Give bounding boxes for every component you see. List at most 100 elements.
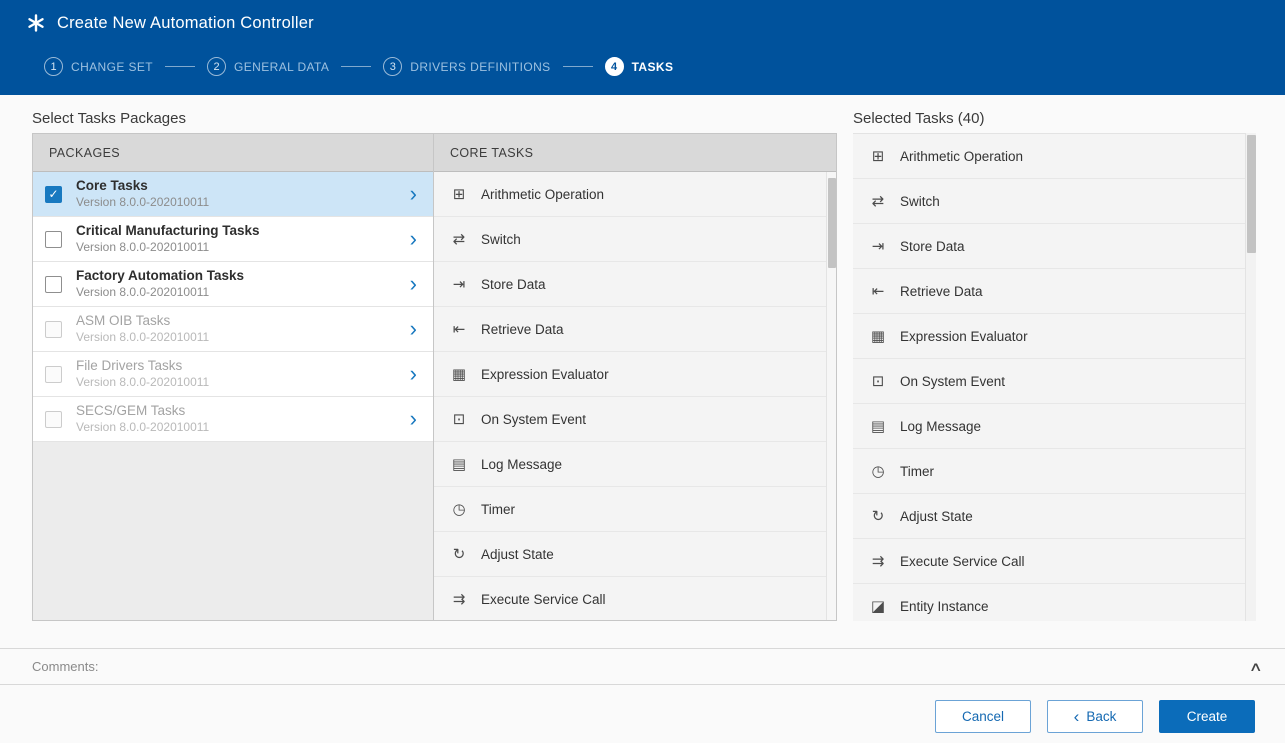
package-row[interactable]: ✓ Core Tasks Version 8.0.0-202010011 › (33, 172, 433, 217)
core-tasks-header: CORE TASKS (434, 134, 836, 172)
create-button[interactable]: Create (1159, 700, 1255, 733)
wizard-step[interactable]: 1 CHANGE SET (44, 57, 153, 76)
task-row[interactable]: ⇉ Execute Service Call (434, 577, 826, 620)
package-checkbox[interactable] (45, 276, 62, 293)
task-row[interactable]: ↻ Adjust State (434, 532, 826, 577)
wizard-step[interactable]: 4 TASKS (605, 57, 674, 76)
retrieve-data-icon: ⇤ (450, 320, 468, 338)
package-name: Factory Automation Tasks (76, 267, 244, 285)
task-label: On System Event (900, 374, 1005, 389)
package-version: Version 8.0.0-202010011 (76, 330, 209, 346)
task-row[interactable]: ▤ Log Message (434, 442, 826, 487)
task-label: Log Message (900, 419, 981, 434)
footer-actions: Cancel ‹ Back Create (935, 700, 1255, 733)
scrollbar-thumb[interactable] (828, 178, 836, 268)
cancel-button[interactable]: Cancel (935, 700, 1031, 733)
step-number: 1 (44, 57, 63, 76)
task-label: Entity Instance (900, 599, 989, 614)
task-row[interactable]: ⊞ Arithmetic Operation (434, 172, 826, 217)
task-row[interactable]: ◷ Timer (434, 487, 826, 532)
arithmetic-operation-icon: ⊞ (450, 185, 468, 203)
scrollbar-thumb[interactable] (1247, 135, 1256, 253)
task-label: Switch (900, 194, 940, 209)
task-row[interactable]: ⇄ Switch (853, 179, 1245, 224)
package-row[interactable]: SECS/GEM Tasks Version 8.0.0-202010011 › (33, 397, 433, 442)
package-name: Core Tasks (76, 177, 209, 195)
task-label: Adjust State (900, 509, 973, 524)
step-number: 4 (605, 57, 624, 76)
chevron-right-icon[interactable]: › (410, 320, 421, 338)
package-checkbox[interactable]: ✓ (45, 186, 62, 203)
log-message-icon: ▤ (450, 455, 468, 473)
task-row[interactable]: ⊡ On System Event (853, 359, 1245, 404)
task-row[interactable]: ⊡ On System Event (434, 397, 826, 442)
task-label: Expression Evaluator (481, 367, 609, 382)
back-chevron-icon: ‹ (1074, 708, 1080, 725)
back-button[interactable]: ‹ Back (1047, 700, 1143, 733)
step-number: 2 (207, 57, 226, 76)
chevron-right-icon[interactable]: › (410, 230, 421, 248)
task-row[interactable]: ▦ Expression Evaluator (853, 314, 1245, 359)
task-row[interactable]: ⇥ Store Data (853, 224, 1245, 269)
chevron-right-icon[interactable]: › (410, 275, 421, 293)
switch-icon: ⇄ (450, 230, 468, 248)
task-label: Arithmetic Operation (481, 187, 604, 202)
task-row[interactable]: ▤ Log Message (853, 404, 1245, 449)
on-system-event-icon: ⊡ (869, 372, 887, 390)
core-tasks-column: CORE TASKS ⊞ Arithmetic Operation ⇄ Swit… (434, 134, 836, 620)
task-row[interactable]: ⊞ Arithmetic Operation (853, 134, 1245, 179)
wizard-step[interactable]: 3 DRIVERS DEFINITIONS (383, 57, 550, 76)
package-checkbox[interactable] (45, 366, 62, 383)
task-label: Expression Evaluator (900, 329, 1028, 344)
log-message-icon: ▤ (869, 417, 887, 435)
step-label: DRIVERS DEFINITIONS (410, 60, 550, 74)
chevron-right-icon[interactable]: › (410, 185, 421, 203)
package-version: Version 8.0.0-202010011 (76, 420, 209, 436)
dialog-title: Create New Automation Controller (57, 14, 314, 33)
package-row[interactable]: Critical Manufacturing Tasks Version 8.0… (33, 217, 433, 262)
cancel-label: Cancel (962, 709, 1004, 724)
packages-header: PACKAGES (33, 134, 433, 172)
retrieve-data-icon: ⇤ (869, 282, 887, 300)
task-row[interactable]: ◷ Timer (853, 449, 1245, 494)
package-version: Version 8.0.0-202010011 (76, 375, 209, 391)
task-row[interactable]: ◪ Entity Instance (853, 584, 1245, 621)
package-checkbox[interactable] (45, 231, 62, 248)
package-version: Version 8.0.0-202010011 (76, 285, 244, 301)
chevron-right-icon[interactable]: › (410, 365, 421, 383)
execute-service-call-icon: ⇉ (869, 552, 887, 570)
timer-icon: ◷ (450, 500, 468, 518)
on-system-event-icon: ⊡ (450, 410, 468, 428)
task-label: Timer (481, 502, 515, 517)
select-tasks-packages-title: Select Tasks Packages (32, 110, 186, 127)
wizard-step[interactable]: 2 GENERAL DATA (207, 57, 329, 76)
package-version: Version 8.0.0-202010011 (76, 240, 260, 256)
package-row[interactable]: Factory Automation Tasks Version 8.0.0-2… (33, 262, 433, 307)
chevron-up-icon[interactable]: ∧ (1249, 659, 1263, 675)
package-checkbox[interactable] (45, 411, 62, 428)
task-row[interactable]: ⇉ Execute Service Call (853, 539, 1245, 584)
task-label: Execute Service Call (481, 592, 606, 607)
packages-list: ✓ Core Tasks Version 8.0.0-202010011 › C… (33, 172, 433, 442)
step-label: GENERAL DATA (234, 60, 329, 74)
package-row[interactable]: ASM OIB Tasks Version 8.0.0-202010011 › (33, 307, 433, 352)
adjust-state-icon: ↻ (869, 507, 887, 525)
core-tasks-scrollbar[interactable] (826, 172, 836, 620)
task-row[interactable]: ⇄ Switch (434, 217, 826, 262)
stepper: 1 CHANGE SET 2 GENERAL DATA 3 DRIVERS DE… (44, 57, 673, 76)
create-label: Create (1187, 709, 1228, 724)
selected-tasks-scrollbar[interactable] (1245, 133, 1256, 621)
task-row[interactable]: ⇤ Retrieve Data (853, 269, 1245, 314)
step-connector (563, 66, 593, 67)
package-checkbox[interactable] (45, 321, 62, 338)
chevron-right-icon[interactable]: › (410, 410, 421, 428)
task-row[interactable]: ⇤ Retrieve Data (434, 307, 826, 352)
task-row[interactable]: ▦ Expression Evaluator (434, 352, 826, 397)
package-row[interactable]: File Drivers Tasks Version 8.0.0-2020100… (33, 352, 433, 397)
adjust-state-icon: ↻ (450, 545, 468, 563)
selected-tasks-list: ⊞ Arithmetic Operation ⇄ Switch ⇥ Store … (853, 133, 1245, 621)
task-row[interactable]: ↻ Adjust State (853, 494, 1245, 539)
task-row[interactable]: ⇥ Store Data (434, 262, 826, 307)
comments-section: Comments: ∧ (0, 649, 1285, 685)
entity-instance-icon: ◪ (869, 597, 887, 615)
